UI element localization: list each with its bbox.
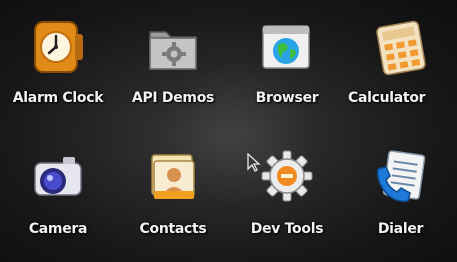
app-label: Calculator (348, 90, 426, 106)
mouse-cursor-icon (247, 152, 261, 173)
folder-gear-icon (144, 18, 202, 76)
app-calculator[interactable]: Calculator (344, 0, 457, 131)
app-label: Dialer (377, 221, 424, 237)
app-browser[interactable]: Browser (230, 0, 344, 131)
camera-icon (29, 147, 87, 205)
app-dialer[interactable]: Dialer (344, 131, 457, 262)
app-label: API Demos (131, 90, 215, 106)
app-launcher: Alarm Clock API Demos Browser Calculator… (0, 0, 457, 262)
calculator-icon (372, 18, 430, 76)
app-dev-tools[interactable]: Dev Tools (230, 131, 344, 262)
app-camera[interactable]: Camera (0, 131, 116, 262)
app-api-demos[interactable]: API Demos (116, 0, 230, 131)
app-label: Alarm Clock (12, 90, 104, 106)
app-contacts[interactable]: Contacts (116, 131, 230, 262)
dialer-phone-icon (372, 147, 430, 205)
app-label: Contacts (139, 221, 207, 237)
app-label: Browser (255, 90, 319, 106)
browser-globe-icon (258, 18, 316, 76)
contacts-icon (144, 147, 202, 205)
app-label: Dev Tools (250, 221, 324, 237)
app-label: Camera (28, 221, 88, 237)
dev-tools-gear-icon (258, 147, 316, 205)
alarm-clock-icon (29, 18, 87, 76)
app-alarm-clock[interactable]: Alarm Clock (0, 0, 116, 131)
app-grid: Alarm Clock API Demos Browser Calculator… (0, 0, 457, 262)
